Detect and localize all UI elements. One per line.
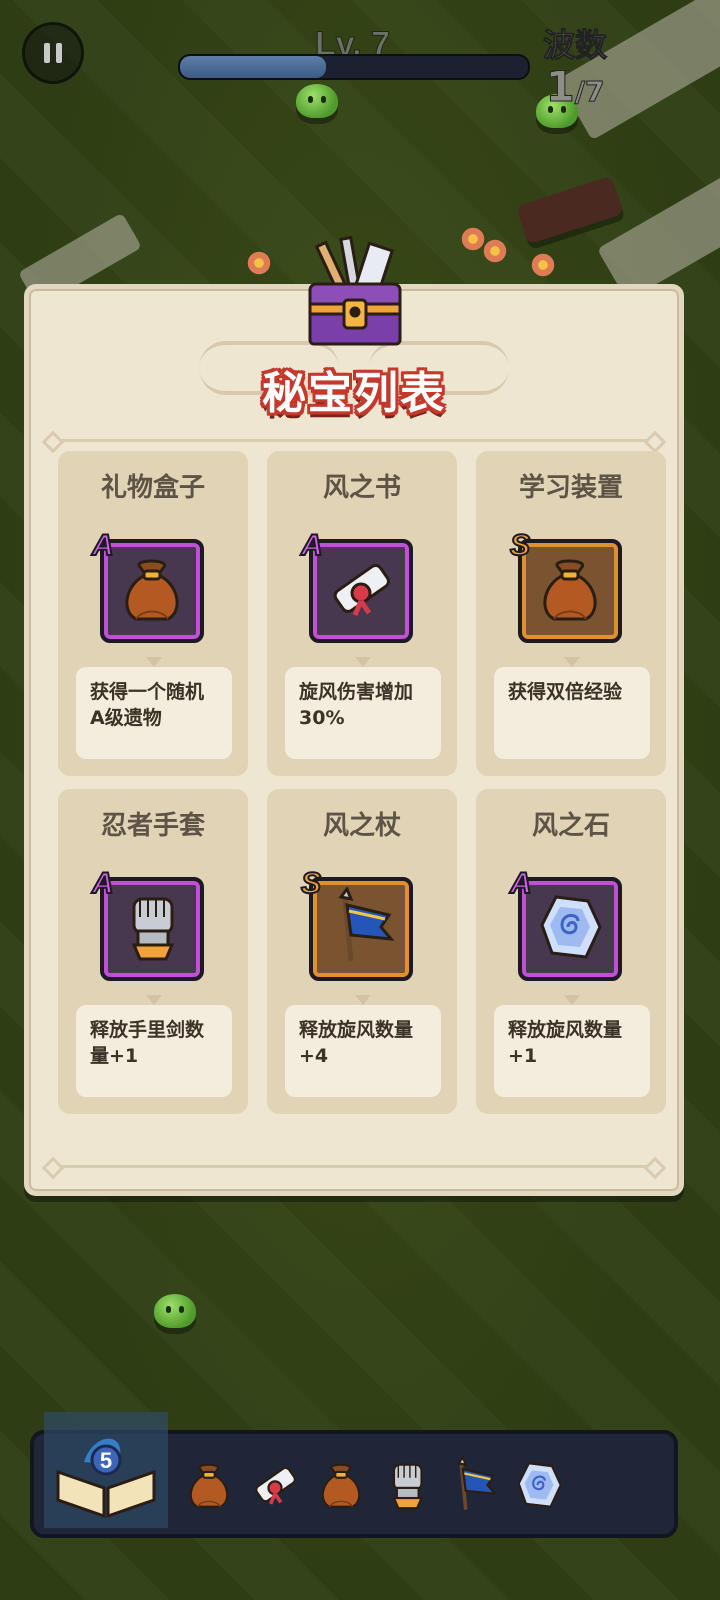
- relic-frame: S: [509, 528, 622, 643]
- wooden-log: [516, 175, 624, 245]
- grade-badge: A: [300, 528, 324, 563]
- slime-enemy: [296, 84, 338, 118]
- treasure-list-panel: 秘宝列表 礼物盒子 A 获得一个随机A级遗物 风之书 A 旋风伤害增加30% 学…: [24, 284, 684, 1196]
- slime-enemy: [154, 1294, 196, 1328]
- pause-button[interactable]: [22, 22, 84, 84]
- relic-description: 释放旋风数量+4: [285, 995, 441, 1097]
- flag-staff-icon[interactable]: [444, 1452, 502, 1518]
- spellbook-icon[interactable]: 5: [44, 1412, 168, 1528]
- scroll-icon[interactable]: [246, 1452, 304, 1518]
- treasure-bag-icon: [530, 549, 610, 633]
- relic-name: 风之石: [531, 811, 610, 841]
- wave-counter: 1/7: [540, 62, 610, 112]
- treasure-bag-icon[interactable]: [180, 1452, 238, 1518]
- gauntlet-icon: [112, 887, 192, 971]
- relic-frame: A: [509, 866, 622, 981]
- divider-top: [49, 439, 659, 442]
- treasure-bag-icon[interactable]: [312, 1452, 370, 1518]
- xp-progress-fill: [180, 56, 327, 78]
- relic-description: 释放旋风数量+1: [494, 995, 650, 1097]
- relic-frame: A: [91, 528, 204, 643]
- relic-card[interactable]: 风之杖 S 释放旋风数量+4: [267, 789, 457, 1114]
- relic-name: 礼物盒子: [100, 473, 205, 503]
- relic-name: 风之杖: [322, 811, 401, 841]
- gauntlet-icon[interactable]: [378, 1452, 436, 1518]
- relic-card[interactable]: 风之书 A 旋风伤害增加30%: [267, 451, 457, 776]
- relic-description: 旋风伤害增加30%: [285, 657, 441, 759]
- relic-name: 忍者手套: [100, 811, 205, 841]
- treasure-chest-icon: [308, 235, 402, 346]
- divider-bottom: [49, 1165, 659, 1168]
- pause-icon: [44, 43, 50, 63]
- grade-badge: A: [91, 866, 115, 901]
- treasure-bag-icon: [112, 549, 192, 633]
- scroll-icon: [321, 549, 401, 633]
- relic-name: 风之书: [322, 473, 401, 503]
- flag-staff-icon: [321, 885, 401, 971]
- grade-badge: S: [509, 528, 531, 563]
- relic-frame: A: [91, 866, 204, 981]
- relic-name: 学习装置: [518, 473, 623, 503]
- rune-stone-icon[interactable]: [510, 1452, 568, 1518]
- relic-description: 获得一个随机A级遗物: [76, 657, 232, 759]
- relic-card[interactable]: 忍者手套 A 释放手里剑数量+1: [58, 789, 248, 1114]
- grade-badge: S: [300, 866, 322, 901]
- relic-description: 释放手里剑数量+1: [76, 995, 232, 1097]
- rune-stone-icon: [530, 887, 610, 971]
- grade-badge: A: [91, 528, 115, 563]
- relic-description: 获得双倍经验: [494, 657, 650, 759]
- wave-label: 波数: [542, 26, 607, 65]
- relic-card[interactable]: 风之石 A 释放旋风数量+1: [476, 789, 666, 1114]
- relic-frame: A: [300, 528, 413, 643]
- panel-title: 秘宝列表: [262, 368, 446, 419]
- relic-card[interactable]: 学习装置 S 获得双倍经验: [476, 451, 666, 776]
- wave-total: /7: [574, 75, 605, 109]
- xp-progress-bar: [178, 54, 530, 80]
- book-count: 5: [100, 1448, 112, 1473]
- wave-current: 1: [545, 62, 575, 112]
- relic-card[interactable]: 礼物盒子 A 获得一个随机A级遗物: [58, 451, 248, 776]
- relic-frame: S: [300, 866, 413, 981]
- grade-badge: A: [509, 866, 533, 901]
